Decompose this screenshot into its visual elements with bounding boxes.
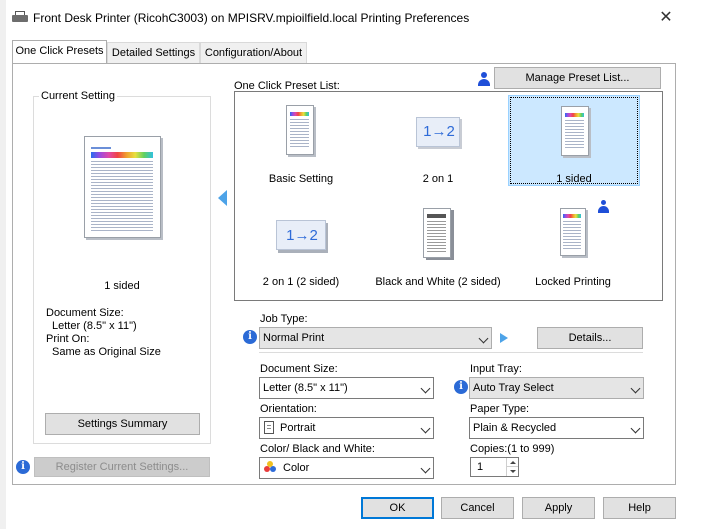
input-tray-select[interactable]: Auto Tray Select [469, 377, 644, 399]
job-type-value: Normal Print [263, 332, 325, 344]
orientation-label: Orientation: [260, 403, 317, 415]
input-tray-value: Auto Tray Select [473, 382, 554, 394]
document-icon [286, 105, 314, 155]
locked-print-icon [560, 208, 586, 256]
job-type-select[interactable]: Normal Print [259, 327, 492, 349]
paper-type-label: Paper Type: [470, 403, 530, 415]
job-type-label: Job Type: [260, 313, 308, 325]
button-bar [6, 486, 701, 529]
tab-one-click-presets[interactable]: One Click Presets [12, 40, 107, 64]
chevron-down-icon [510, 470, 516, 473]
color-mode-value: Color [283, 462, 310, 474]
preset-label: 1 sided [556, 173, 592, 185]
job-type-details-button[interactable]: Details... [537, 327, 643, 349]
current-setting-preview [84, 136, 161, 238]
current-setting-preview-label: 1 sided [104, 280, 140, 292]
portrait-icon [264, 421, 274, 434]
apply-button[interactable]: Apply [522, 497, 595, 519]
register-current-settings-button[interactable]: Register Current Settings... [34, 457, 210, 477]
separator [259, 352, 643, 353]
document-icon [561, 106, 589, 156]
preset-2-on-1[interactable]: 1→2 2 on 1 [390, 95, 486, 187]
document-size-summary-label: Document Size: [46, 307, 124, 319]
cancel-button[interactable]: Cancel [441, 497, 514, 519]
preset-label: Locked Printing [535, 276, 611, 288]
close-icon[interactable]: ✕ [656, 8, 676, 28]
input-tray-label: Input Tray: [470, 363, 522, 375]
paper-type-value: Plain & Recycled [473, 422, 557, 434]
background-window-edge [0, 0, 6, 529]
help-button[interactable]: Help [603, 497, 676, 519]
ok-button[interactable]: OK [361, 497, 434, 519]
bw-duplex-icon [423, 208, 451, 258]
chevron-up-icon [510, 461, 516, 464]
document-size-summary-value: Letter (8.5" x 11") [52, 320, 137, 332]
user-icon [598, 200, 609, 213]
current-setting-heading: Current Setting [39, 90, 117, 102]
orientation-select[interactable]: Portrait [259, 417, 434, 439]
color-palette-icon [264, 461, 277, 473]
combine-icon: 1→2 [416, 117, 460, 147]
preset-black-and-white-2-sided[interactable]: Black and White (2 sided) [372, 200, 504, 295]
print-on-summary-value: Same as Original Size [52, 346, 161, 358]
color-mode-label: Color/ Black and White: [260, 443, 375, 455]
copies-stepper[interactable]: 1 [470, 457, 519, 477]
preset-locked-printing[interactable]: Locked Printing [520, 200, 626, 295]
title-bar: Front Desk Printer (RicohC3003) on MPISR… [6, 0, 701, 36]
manage-preset-list-button[interactable]: Manage Preset List... [494, 67, 661, 89]
preset-label: 2 on 1 (2 sided) [262, 276, 340, 288]
play-arrow-icon[interactable] [500, 333, 508, 343]
info-icon: i [243, 330, 257, 344]
combine-duplex-icon: 1→2 [276, 220, 326, 250]
printer-icon [12, 11, 28, 23]
preset-label: Basic Setting [268, 173, 334, 185]
copies-down-button[interactable] [506, 467, 518, 476]
document-size-value: Letter (8.5" x 11") [263, 382, 348, 394]
document-size-select[interactable]: Letter (8.5" x 11") [259, 377, 434, 399]
info-icon: i [454, 380, 468, 394]
preset-label: 2 on 1 [422, 173, 454, 185]
settings-summary-button[interactable]: Settings Summary [45, 413, 200, 435]
preset-2-on-1-2-sided[interactable]: 1→2 2 on 1 (2 sided) [250, 200, 352, 295]
tab-configuration-about[interactable]: Configuration/About [200, 42, 307, 63]
copies-value[interactable]: 1 [477, 461, 483, 473]
apply-preset-arrow-icon[interactable] [218, 190, 227, 206]
preset-1-sided[interactable]: 1 sided [508, 95, 640, 186]
orientation-value: Portrait [280, 422, 316, 434]
info-icon: i [16, 460, 30, 474]
paper-type-select[interactable]: Plain & Recycled [469, 417, 644, 439]
window-title: Front Desk Printer (RicohC3003) on MPISR… [33, 11, 470, 25]
user-icon [478, 72, 490, 86]
color-mode-select[interactable]: Color [259, 457, 434, 479]
print-on-summary-label: Print On: [46, 333, 90, 345]
document-size-label: Document Size: [260, 363, 338, 375]
preset-basic-setting[interactable]: Basic Setting [250, 95, 352, 187]
copies-label: Copies:(1 to 999) [470, 443, 555, 455]
copies-up-button[interactable] [506, 458, 518, 467]
preset-label: Black and White (2 sided) [375, 276, 501, 288]
tab-detailed-settings[interactable]: Detailed Settings [107, 42, 200, 63]
